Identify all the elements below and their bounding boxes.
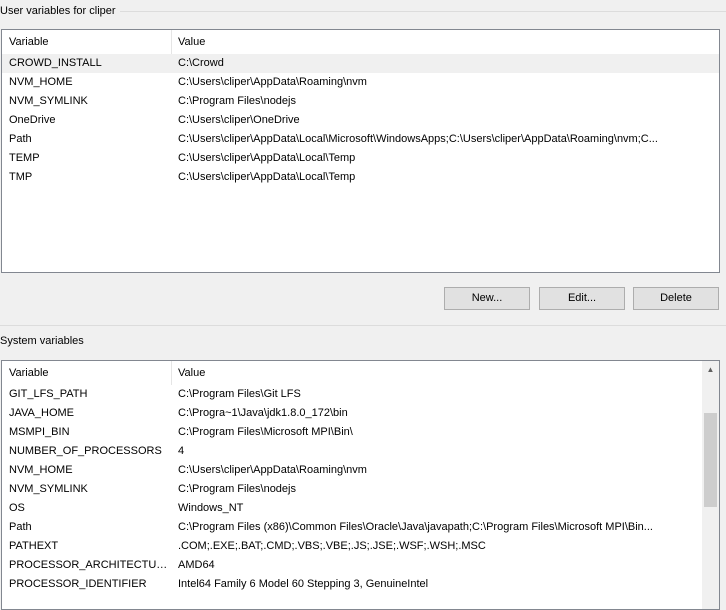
variable-value-cell: C:\Program Files\Microsoft MPI\Bin\ xyxy=(178,426,353,438)
variable-name-cell: PATHEXT xyxy=(9,540,59,552)
variable-value-cell: C:\Users\cliper\AppData\Local\Microsoft\… xyxy=(178,133,658,145)
variable-value-cell: C:\Progra~1\Java\jdk1.8.0_172\bin xyxy=(178,407,348,419)
variable-value-cell: .COM;.EXE;.BAT;.CMD;.VBS;.VBE;.JS;.JSE;.… xyxy=(178,540,486,552)
variable-name-cell: Path xyxy=(9,133,32,145)
table-row[interactable]: NVM_HOME C:\Users\cliper\AppData\Roaming\… xyxy=(2,461,702,480)
table-row[interactable]: Path C:\Program Files (x86)\Common Files\… xyxy=(2,518,702,537)
table-row[interactable]: Path C:\Users\cliper\AppData\Local\Micros… xyxy=(2,130,719,149)
scroll-thumb[interactable] xyxy=(704,413,717,507)
table-row[interactable]: NVM_SYMLINK C:\Program Files\nodejs xyxy=(2,480,702,499)
table-row[interactable]: NVM_SYMLINK C:\Program Files\nodejs xyxy=(2,92,719,111)
variable-name-cell: NVM_HOME xyxy=(9,76,73,88)
variable-value-cell: C:\Program Files\nodejs xyxy=(178,483,296,495)
variable-value-cell: C:\Program Files (x86)\Common Files\Orac… xyxy=(178,521,653,533)
variable-name-cell: GIT_LFS_PATH xyxy=(9,388,88,400)
user-col-variable[interactable]: Variable xyxy=(2,30,171,54)
variable-name-cell: CROWD_INSTALL xyxy=(9,57,102,69)
table-row[interactable]: NUMBER_OF_PROCESSORS 4 xyxy=(2,442,702,461)
variable-value-cell: AMD64 xyxy=(178,559,215,571)
table-row[interactable]: OS Windows_NT xyxy=(2,499,702,518)
variable-value-cell: C:\Users\cliper\AppData\Roaming\nvm xyxy=(178,76,367,88)
system-list-scrollbar[interactable]: ▲ xyxy=(702,361,719,609)
variable-name-cell: TEMP xyxy=(9,152,40,164)
variable-value-cell: C:\Program Files\Git LFS xyxy=(178,388,301,400)
system-col-value[interactable]: Value xyxy=(171,361,702,385)
table-row[interactable]: TEMP C:\Users\cliper\AppData\Local\Temp xyxy=(2,149,719,168)
table-row[interactable]: PROCESSOR_ARCHITECTURE AMD64 xyxy=(2,556,702,575)
system-group-title: System variables xyxy=(0,335,88,347)
scroll-up-arrow-icon[interactable]: ▲ xyxy=(702,361,719,378)
table-row[interactable]: TMP C:\Users\cliper\AppData\Local\Temp xyxy=(2,168,719,187)
table-row[interactable]: NVM_HOME C:\Users\cliper\AppData\Roaming\… xyxy=(2,73,719,92)
variable-name-cell: Path xyxy=(9,521,32,533)
variable-name-cell: MSMPI_BIN xyxy=(9,426,70,438)
variable-value-cell: C:\Users\cliper\AppData\Local\Temp xyxy=(178,171,356,183)
system-col-variable[interactable]: Variable xyxy=(2,361,171,385)
user-variables-list[interactable]: Variable Value CROWD_INSTALL C:\Crowd NVM_… xyxy=(1,29,720,273)
variable-name-cell: NVM_SYMLINK xyxy=(9,95,88,107)
variable-name-cell: NUMBER_OF_PROCESSORS xyxy=(9,445,162,457)
system-list-header: Variable Value xyxy=(2,361,702,385)
variable-name-cell: JAVA_HOME xyxy=(9,407,74,419)
table-row[interactable]: CROWD_INSTALL C:\Crowd xyxy=(2,54,719,73)
variable-value-cell: C:\Crowd xyxy=(178,57,224,69)
edit-button[interactable]: Edit... xyxy=(539,287,625,310)
variable-name-cell: PROCESSOR_IDENTIFIER xyxy=(9,578,147,590)
variable-name-cell: NVM_HOME xyxy=(9,464,73,476)
variable-name-cell: NVM_SYMLINK xyxy=(9,483,88,495)
table-row[interactable]: MSMPI_BIN C:\Program Files\Microsoft MPI\… xyxy=(2,423,702,442)
variable-name-cell: OneDrive xyxy=(9,114,56,126)
variable-value-cell: C:\Program Files\nodejs xyxy=(178,95,296,107)
variable-value-cell: C:\Users\cliper\OneDrive xyxy=(178,114,300,126)
variable-value-cell: 4 xyxy=(178,445,185,457)
user-list-header: Variable Value xyxy=(2,30,719,54)
user-col-value[interactable]: Value xyxy=(171,30,719,54)
variable-value-cell: C:\Users\cliper\AppData\Roaming\nvm xyxy=(178,464,367,476)
variable-value-cell: Intel64 Family 6 Model 60 Stepping 3, Ge… xyxy=(178,578,429,590)
table-row[interactable]: OneDrive C:\Users\cliper\OneDrive xyxy=(2,111,719,130)
system-group-line xyxy=(0,325,726,326)
table-row[interactable]: PROCESSOR_IDENTIFIER Intel64 Family 6 Mod… xyxy=(2,575,702,594)
variable-value-cell: Windows_NT xyxy=(178,502,244,514)
user-group-title: User variables for cliper xyxy=(0,5,120,17)
table-row[interactable]: PATHEXT .COM;.EXE;.BAT;.CMD;.VBS;.VBE;.JS… xyxy=(2,537,702,556)
variable-value-cell: C:\Users\cliper\AppData\Local\Temp xyxy=(178,152,356,164)
new-button[interactable]: New... xyxy=(444,287,530,310)
table-row[interactable]: JAVA_HOME C:\Progra~1\Java\jdk1.8.0_172\b… xyxy=(2,404,702,423)
system-variables-list[interactable]: Variable Value GIT_LFS_PATH C:\Program Fi… xyxy=(1,360,720,610)
variable-name-cell: OS xyxy=(9,502,25,514)
variable-name-cell: TMP xyxy=(9,171,33,183)
variable-name-cell: PROCESSOR_ARCHITECTURE xyxy=(9,559,171,571)
table-row[interactable]: GIT_LFS_PATH C:\Program Files\Git LFS xyxy=(2,385,702,404)
delete-button[interactable]: Delete xyxy=(633,287,719,310)
